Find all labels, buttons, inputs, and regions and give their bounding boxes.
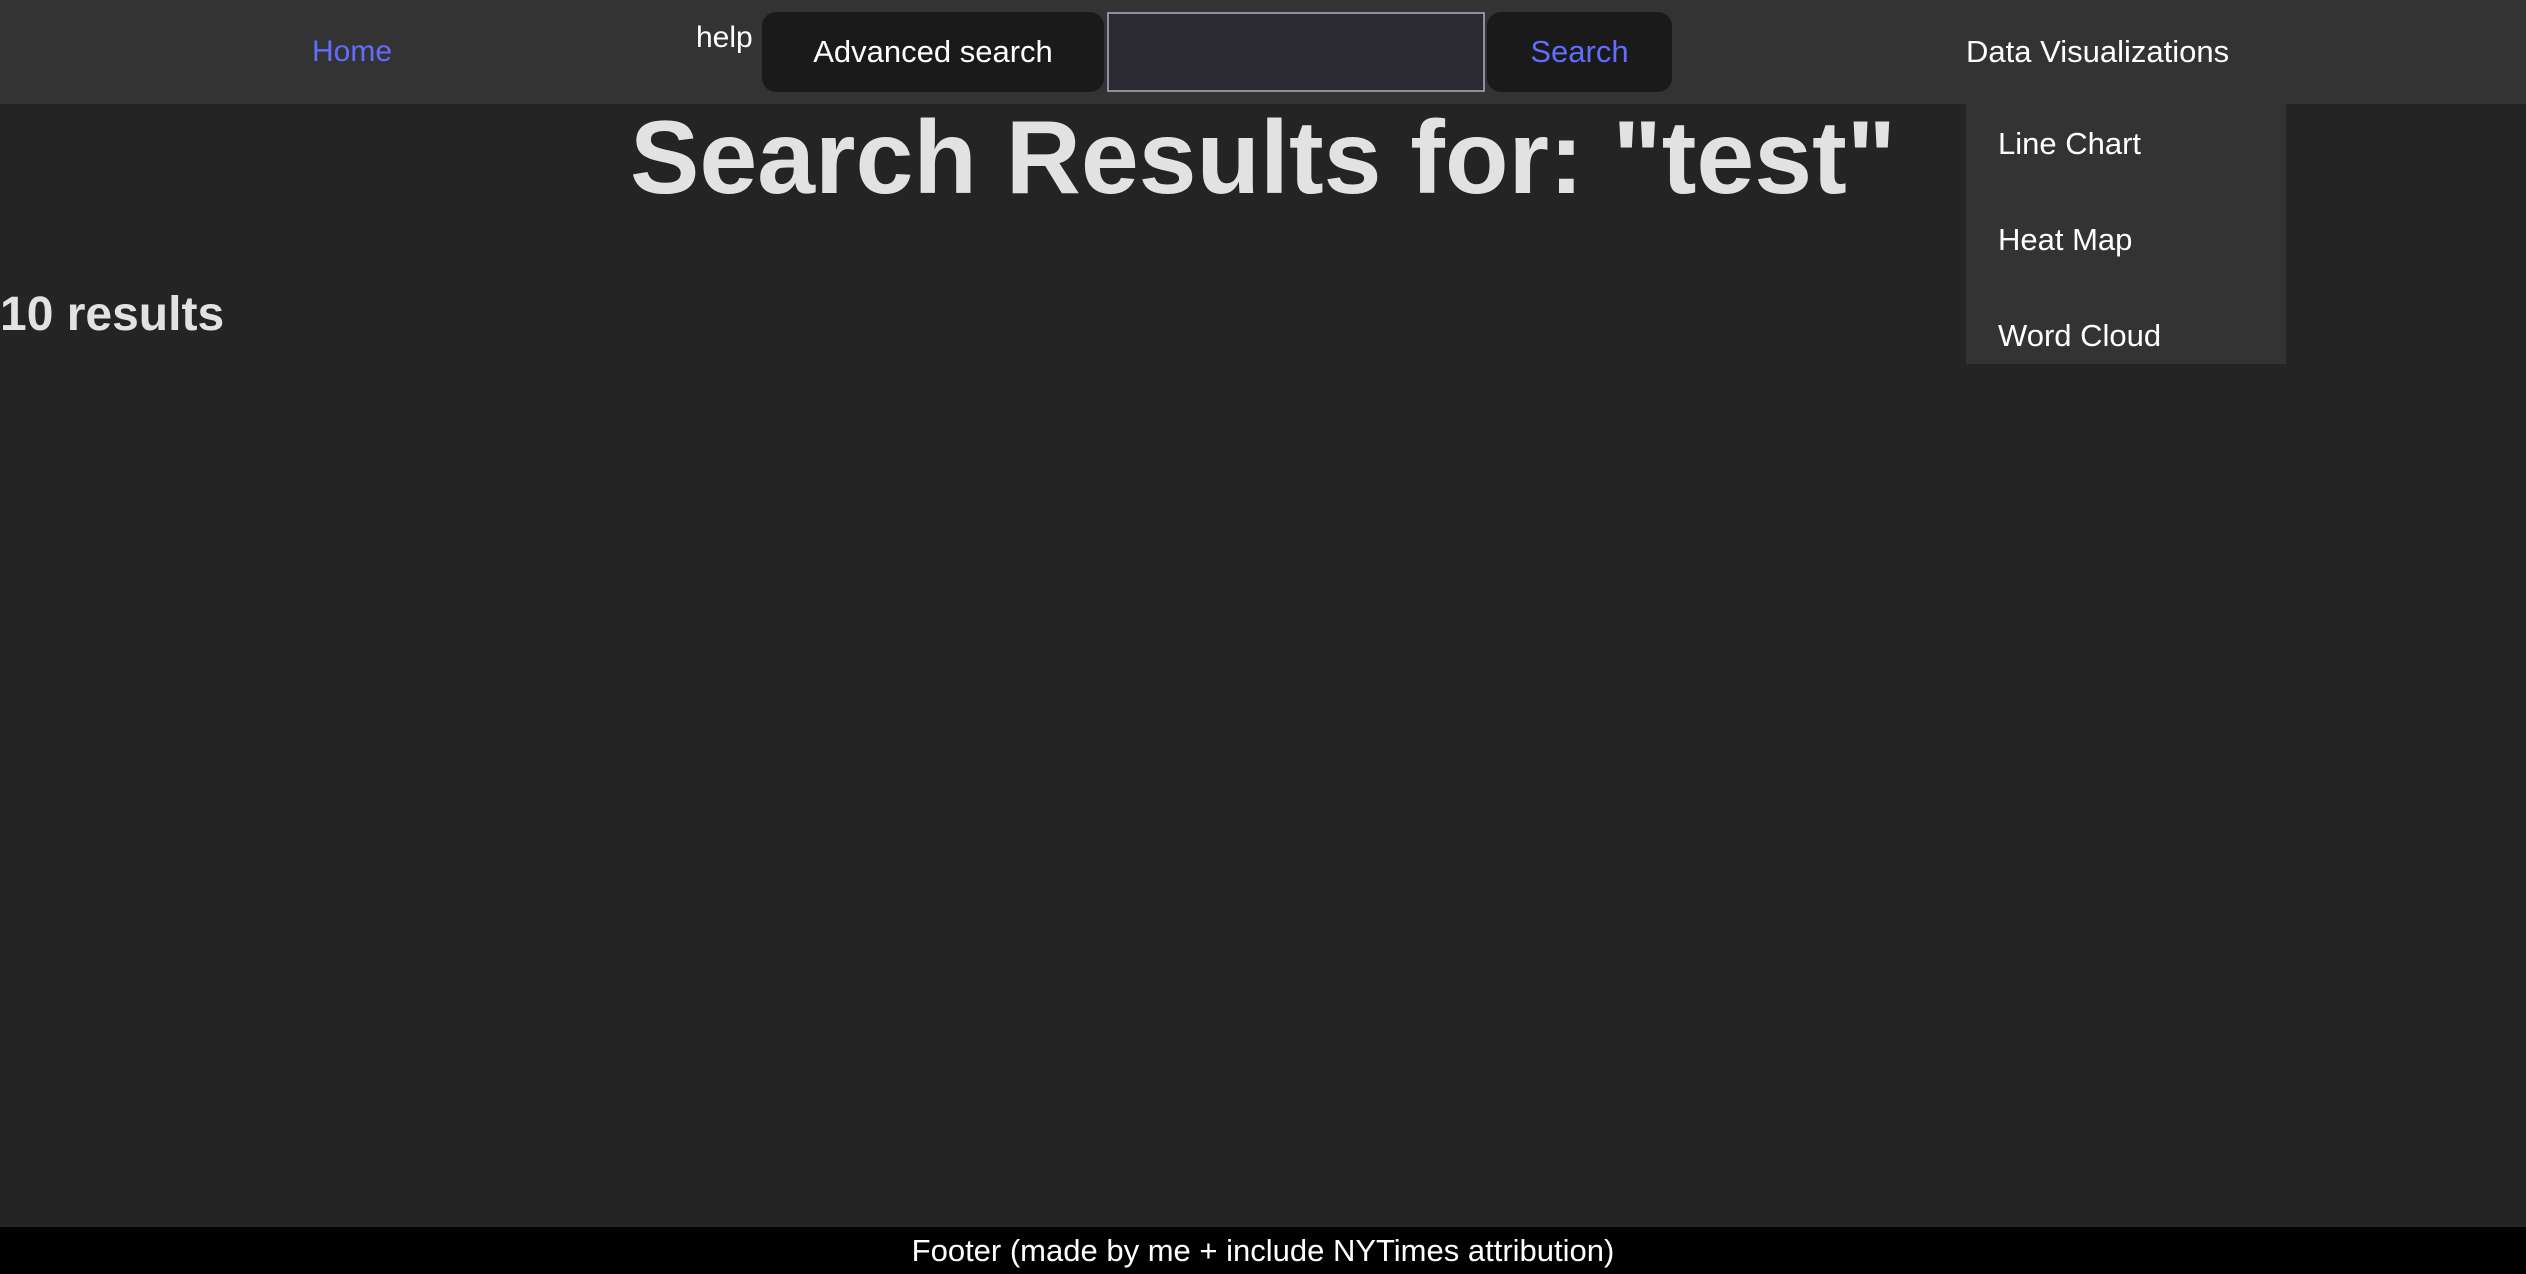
- dropdown-item-heat-map[interactable]: Heat Map: [1998, 220, 2132, 260]
- advanced-search-button[interactable]: Advanced search: [762, 12, 1104, 92]
- search-button[interactable]: Search: [1487, 12, 1672, 92]
- footer: Footer (made by me + include NYTimes att…: [0, 1227, 2526, 1274]
- footer-text: Footer (made by me + include NYTimes att…: [911, 1233, 1615, 1268]
- top-navbar: Home help Advanced search Search Data Vi…: [0, 0, 2526, 104]
- search-input[interactable]: [1107, 12, 1485, 92]
- dropdown-item-word-cloud[interactable]: Word Cloud: [1998, 316, 2161, 356]
- nav-home-link[interactable]: Home: [312, 32, 392, 72]
- page-title: Search Results for: "test": [629, 100, 1897, 216]
- nav-help-link[interactable]: help: [696, 18, 753, 58]
- page: Home help Advanced search Search Data Vi…: [0, 0, 2526, 1274]
- results-count: 10 results: [0, 288, 225, 341]
- data-visualizations-menu[interactable]: Data Visualizations: [1966, 32, 2229, 72]
